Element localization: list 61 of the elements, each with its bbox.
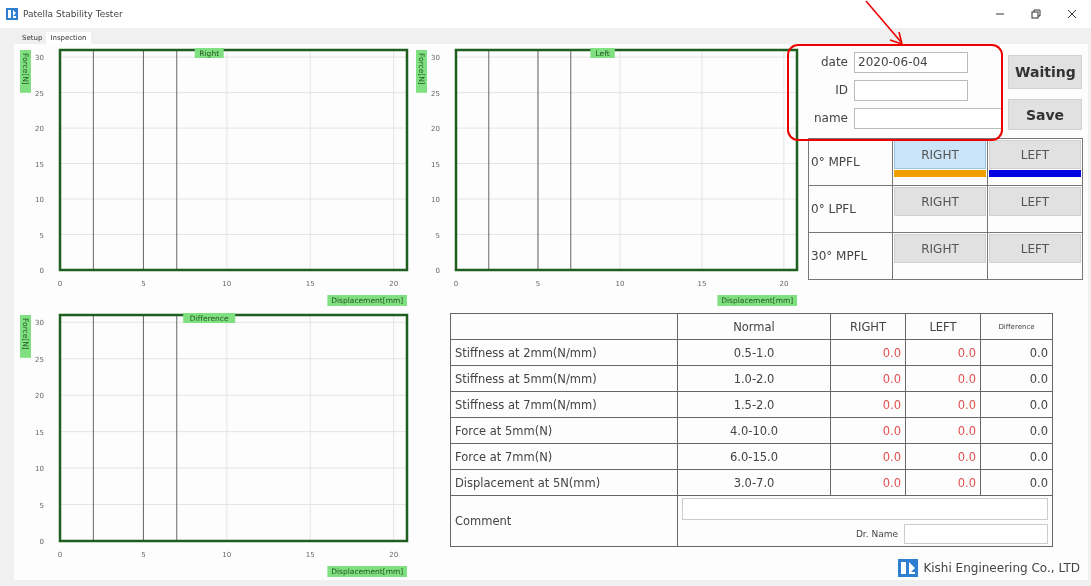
table-cell: 0.5-1.0 [677,339,831,366]
table-cell: 0.0 [980,443,1053,470]
action-button[interactable]: Waiting [1008,55,1082,89]
column-header: LEFT [905,313,981,340]
table-cell: 0.0 [830,443,906,470]
row-label: Stiffness at 2mm(N/mm) [450,339,678,366]
table-cell: 1.5-2.0 [677,391,831,418]
close-icon[interactable] [1067,9,1077,19]
table-cell: 0.0 [905,469,981,496]
column-header: Normal [677,313,831,340]
test-label: 30° MPFL [808,232,893,280]
side-button[interactable]: LEFT [989,187,1081,216]
row-label: Force at 7mm(N) [450,443,678,470]
table-cell: 4.0-10.0 [677,417,831,444]
table-cell: 0.0 [830,469,906,496]
table-cell: 0.0 [905,365,981,392]
input-field[interactable] [854,79,968,101]
side-button[interactable]: LEFT [989,140,1081,169]
table-cell: 0.0 [905,339,981,366]
table-cell: 0.0 [905,417,981,444]
field-label: Dr. Name [855,529,898,539]
row-label: Force at 5mm(N) [450,417,678,444]
table-cell: 0.0 [830,365,906,392]
table-cell: 6.0-15.0 [677,443,831,470]
comment-field[interactable] [682,498,1048,520]
table-cell: 3.0-7.0 [677,469,831,496]
test-label: 0° LPFL [808,185,893,233]
input-field[interactable] [904,524,1048,544]
action-button[interactable]: Save [1008,99,1082,130]
field-label: ID [834,83,848,97]
table-cell: 0.0 [905,443,981,470]
column-header: RIGHT [830,313,906,340]
side-button[interactable]: LEFT [989,234,1081,263]
side-button[interactable]: RIGHT [894,187,986,216]
row-label: Stiffness at 7mm(N/mm) [450,391,678,418]
table-cell: 0.0 [830,417,906,444]
company-name: Kishi Engineering Co., LTD [923,561,1080,575]
restore-icon[interactable] [1031,9,1041,19]
annotation-arrow [865,0,904,46]
input-field[interactable] [854,107,1003,129]
table-cell: 0.0 [980,365,1053,392]
company-logo-icon [898,559,919,577]
field-label: date [819,55,848,69]
input-field[interactable]: 2020-06-04 [854,51,968,73]
row-label: Displacement at 5N(mm) [450,469,678,496]
side-button[interactable]: RIGHT [894,234,986,263]
row-label: Comment [450,495,678,547]
table-cell: 1.0-2.0 [677,365,831,392]
field-label: name [812,111,848,125]
table-cell: 0.0 [980,391,1053,418]
table-cell: 0.0 [830,339,906,366]
table-cell: 0.0 [980,417,1053,444]
app-icon [6,8,18,20]
test-label: 0° MPFL [808,138,893,186]
window-title: Patella Stability Tester [23,9,123,19]
table-cell: 0.0 [830,391,906,418]
table-cell: 0.0 [980,469,1053,496]
table-cell: 0.0 [980,339,1053,366]
row-label: Stiffness at 5mm(N/mm) [450,365,678,392]
table-cell: 0.0 [905,391,981,418]
side-button[interactable]: RIGHT [894,140,986,169]
